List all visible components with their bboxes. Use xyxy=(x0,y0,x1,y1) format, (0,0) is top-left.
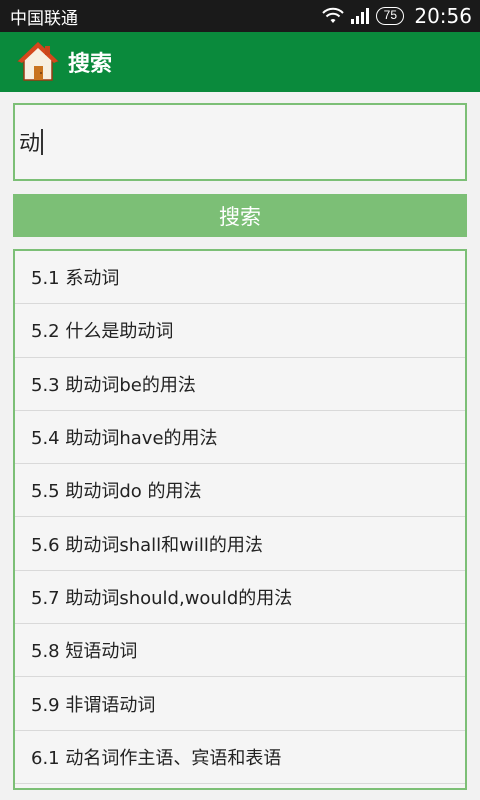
home-icon[interactable] xyxy=(16,40,60,84)
result-list[interactable]: 5.1 系动词 5.2 什么是助动词 5.3 助动词be的用法 5.4 助动词h… xyxy=(13,249,467,790)
search-input[interactable]: 动 xyxy=(13,103,467,181)
list-item[interactable]: 5.8 短语动词 xyxy=(15,624,465,678)
search-input-text[interactable]: 动 xyxy=(19,127,43,157)
signal-icon xyxy=(351,8,370,24)
list-item[interactable]: 5.3 助动词be的用法 xyxy=(15,358,465,411)
battery-icon: 75 xyxy=(376,7,405,25)
list-item[interactable]: 5.6 助动词shall和will的用法 xyxy=(15,517,465,571)
search-input-value[interactable]: 动 xyxy=(19,127,40,157)
wifi-icon xyxy=(322,7,345,23)
clock: 20:56 xyxy=(414,4,472,28)
search-button[interactable]: 搜索 xyxy=(13,194,467,237)
status-icons: 75 20:56 xyxy=(322,4,472,28)
list-item[interactable]: 5.7 助动词should,would的用法 xyxy=(15,571,465,625)
page-title: 搜索 xyxy=(68,52,113,77)
app-bar: 搜索 xyxy=(0,32,480,92)
list-item[interactable]: 5.4 助动词have的用法 xyxy=(15,411,465,465)
list-item[interactable]: 5.9 非谓语动词 xyxy=(15,677,465,731)
list-item[interactable]: 5.2 什么是助动词 xyxy=(15,304,465,358)
list-item[interactable]: 6.1 动名词作主语、宾语和表语 xyxy=(15,731,465,784)
list-item[interactable]: 5.5 助动词do 的用法 xyxy=(15,464,465,518)
list-item[interactable]: 5.1 系动词 xyxy=(15,251,465,305)
status-bar: 中国联通 75 20:56 xyxy=(0,0,480,32)
text-caret xyxy=(41,129,43,155)
carrier-name: 中国联通 xyxy=(10,8,78,29)
